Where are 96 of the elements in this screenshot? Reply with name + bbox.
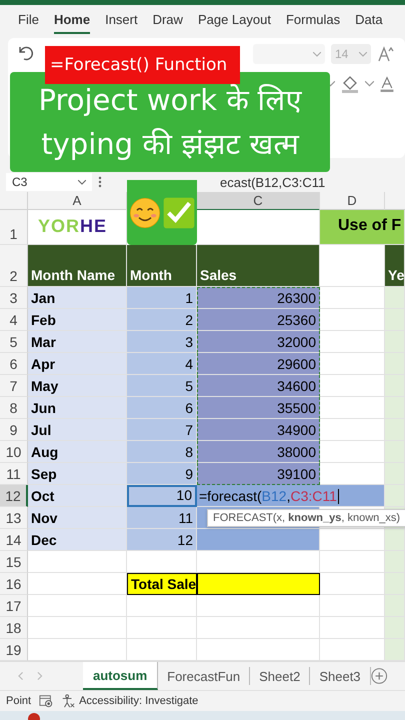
table-cell[interactable]: 26300 (197, 287, 320, 309)
sheet-tab[interactable]: Sheet3 (310, 667, 371, 685)
row-header[interactable]: 5 (0, 331, 28, 353)
row-header[interactable]: 6 (0, 353, 28, 375)
table-cell[interactable]: 8 (127, 441, 197, 463)
font-name-field[interactable] (253, 44, 325, 64)
table-cell[interactable]: 1 (127, 287, 197, 309)
table-cell[interactable]: Sep (28, 463, 127, 485)
table-cell[interactable]: 39100 (197, 463, 320, 485)
table-cell[interactable]: 10 (127, 485, 197, 507)
row-header[interactable]: 1 (0, 210, 28, 245)
table-cell[interactable]: 25360 (197, 309, 320, 331)
table-cell[interactable] (197, 573, 320, 595)
table-cell[interactable]: May (28, 375, 127, 397)
table-cell[interactable]: 35500 (197, 397, 320, 419)
row-header[interactable]: 2 (0, 245, 28, 287)
table-cell[interactable]: Mar (28, 331, 127, 353)
table-cell[interactable]: Total Sale (127, 573, 197, 595)
row-header[interactable]: 17 (0, 595, 28, 617)
row-header[interactable]: 19 (0, 639, 28, 661)
table-cell[interactable]: 29600 (197, 353, 320, 375)
table-cell[interactable]: 12 (127, 529, 197, 551)
ribbon-tab[interactable]: Draw (152, 6, 183, 34)
accessibility-icon[interactable] (61, 694, 76, 708)
table-cell[interactable]: Jun (28, 397, 127, 419)
row-header[interactable]: 16 (0, 573, 28, 595)
table-cell[interactable]: YORHE (28, 210, 127, 245)
table-cell[interactable]: 34900 (197, 419, 320, 441)
row-header[interactable]: 12 (0, 485, 28, 507)
row-header[interactable]: 8 (0, 397, 28, 419)
table-cell[interactable]: 5 (127, 375, 197, 397)
macro-record-icon[interactable] (39, 694, 54, 708)
table-cell[interactable]: 34600 (197, 375, 320, 397)
accessibility-status[interactable]: Accessibility: Investigate (79, 695, 198, 707)
row-header[interactable]: 9 (0, 419, 28, 441)
ribbon-tab[interactable]: Formulas (286, 6, 340, 34)
status-mode: Point (6, 695, 32, 707)
ribbon-tab[interactable]: Insert (105, 6, 138, 34)
row-header[interactable]: 10 (0, 441, 28, 463)
font-color-icon[interactable] (379, 76, 395, 92)
table-cell[interactable]: Aug (28, 441, 127, 463)
function-tooltip: FORECAST(x, known_ys, known_xs) (207, 509, 405, 527)
table-cell: Use of F (320, 210, 405, 245)
table-cell[interactable]: 11 (127, 507, 197, 529)
table-cell[interactable]: 9 (127, 463, 197, 485)
table-cell[interactable]: Nov (28, 507, 127, 529)
caret-icon (359, 52, 367, 56)
table-cell[interactable]: 4 (127, 353, 197, 375)
sheet-tab[interactable]: Sheet2 (250, 667, 310, 685)
table-cell[interactable]: Oct (28, 485, 127, 507)
table-cell: Month (127, 245, 197, 287)
column-header[interactable]: C (197, 192, 320, 211)
sheet-tab[interactable]: autosum (82, 662, 158, 690)
table-cell: Sales (197, 245, 320, 287)
row-header[interactable]: 4 (0, 309, 28, 331)
table-cell[interactable]: =forecast(B12,C3:C11 (197, 485, 385, 507)
fill-bucket-icon[interactable] (340, 74, 360, 94)
add-sheet-icon[interactable] (370, 667, 387, 685)
caret-icon[interactable] (365, 81, 374, 87)
caret-icon (313, 52, 321, 56)
previous-sheet-icon[interactable] (18, 671, 24, 681)
ribbon-tab[interactable]: Page Layout (198, 6, 271, 34)
table-cell[interactable]: Dec (28, 529, 127, 551)
row-header[interactable]: 7 (0, 375, 28, 397)
row-header[interactable]: 11 (0, 463, 28, 485)
table-cell: Month Name (28, 245, 127, 287)
sheet-tab[interactable]: ForecastFun (158, 667, 250, 685)
increase-font-icon[interactable] (377, 45, 395, 63)
name-box[interactable]: C3 (6, 173, 92, 191)
table-cell[interactable]: 38000 (197, 441, 320, 463)
ribbon-tab[interactable]: Data (355, 6, 383, 34)
table-cell[interactable]: 7 (127, 419, 197, 441)
table-cell[interactable]: 3 (127, 331, 197, 353)
table-cell[interactable]: 32000 (197, 331, 320, 353)
caret-icon (78, 180, 86, 184)
row-header[interactable]: 14 (0, 529, 28, 551)
checkmark-icon (163, 196, 195, 228)
ribbon-tab[interactable]: File (18, 6, 39, 34)
table-cell[interactable]: Apr (28, 353, 127, 375)
caption-label: =Forecast() Function (45, 46, 240, 84)
table-cell[interactable]: Jan (28, 287, 127, 309)
row-header[interactable]: 13 (0, 507, 28, 529)
table-cell[interactable]: Feb (28, 309, 127, 331)
table-cell: Ye (385, 245, 405, 287)
next-sheet-icon[interactable] (37, 671, 43, 681)
formula-field[interactable]: ecast(B12,C3:C11 (220, 174, 326, 190)
more-icon (98, 175, 102, 189)
smiley-icon (129, 196, 161, 228)
row-header[interactable]: 18 (0, 617, 28, 639)
table-cell[interactable]: 2 (127, 309, 197, 331)
headline-text: typing की झंझट खत्म (41, 126, 299, 163)
table-cell[interactable]: 6 (127, 397, 197, 419)
table-cell[interactable]: Jul (28, 419, 127, 441)
row-header[interactable]: 15 (0, 551, 28, 573)
headline-text: Project work के लिए (38, 82, 302, 119)
row-header[interactable]: 3 (0, 287, 28, 309)
